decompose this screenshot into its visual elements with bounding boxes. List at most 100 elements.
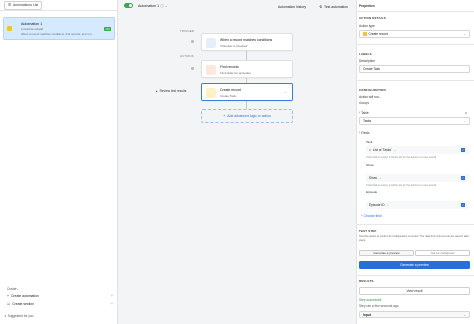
properties-title: Properties: [359, 3, 375, 8]
list-icon: ☰: [8, 3, 12, 7]
test-automation-label: Test automation: [324, 4, 348, 9]
sidebar-header: ☰ Automations List: [0, 0, 118, 11]
more-icon[interactable]: ⋯: [284, 90, 287, 94]
search-icon: [206, 65, 216, 75]
generate-preview-button[interactable]: Generate a preview: [359, 261, 470, 269]
create-label: Create...: [7, 287, 20, 291]
field-show-value[interactable]: Show ⌄ ✓: [366, 174, 470, 182]
info-icon: ⓘ: [160, 3, 164, 8]
results-heading: RESULTS: [359, 279, 374, 283]
fields-label-text: Fields: [361, 131, 370, 135]
automation-history-button[interactable]: Automation history: [275, 3, 309, 10]
not-configured-tab-label: Not be configured: [430, 251, 455, 255]
not-configured-tab[interactable]: Not be configured: [415, 250, 470, 256]
divider: [356, 224, 474, 225]
generate-preview-tab-label: Generate a preview: [373, 251, 400, 255]
filter-table-icon: [206, 38, 216, 48]
checkbox-icon[interactable]: ✓: [461, 148, 465, 152]
test-step-description: Test this action to confirm its configur…: [359, 235, 469, 242]
trigger-subtitle: If Review is checked: [220, 43, 248, 48]
fields-label: * Fields: [359, 131, 370, 135]
find-records-node[interactable]: Find records Find tasks for episodes: [201, 60, 293, 78]
lightning-icon: [7, 26, 12, 31]
checkbox-icon[interactable]: ✓: [461, 203, 465, 207]
automation-name[interactable]: Automation 1 ⓘ ⌄: [138, 4, 168, 9]
status-badge: ON: [104, 27, 111, 31]
field-task-hint: If the field is empty, it will be set by…: [366, 156, 437, 159]
generate-preview-tab[interactable]: Generate a preview: [359, 250, 414, 256]
add-action-label: Add advanced logic or action: [227, 114, 271, 118]
checkbox-icon[interactable]: ✓: [461, 176, 465, 180]
divider: [356, 11, 474, 12]
description-input[interactable]: Create Task: [359, 65, 470, 73]
chevron-down-icon: ⌄: [386, 203, 390, 207]
review-test-results-link[interactable]: ▸ Review test results: [156, 89, 186, 93]
field-episode-text: Episode ID: [369, 203, 385, 207]
trigger-title: When a record matches conditions: [220, 38, 273, 42]
field-show-text: Show: [369, 176, 377, 180]
field-task-value[interactable]: ≡ List of 'Tasks' ⌄ ✓: [366, 146, 470, 154]
create-automation-label: Create automation: [10, 294, 39, 298]
suggested-link[interactable]: ✦ Suggested for you: [4, 314, 33, 318]
trigger-section-label: TRIGGER: [180, 29, 195, 33]
action1-subtitle: Find tasks for episodes: [220, 70, 251, 75]
test-step-heading: TEST STEP: [359, 229, 377, 233]
generate-preview-label: Generate a preview: [400, 263, 429, 267]
plus-icon: [206, 88, 216, 98]
step-ran-text: Step ran a few seconds ago: [359, 304, 399, 308]
action1-title: Find records: [220, 65, 239, 69]
connector-dot: [191, 40, 194, 43]
plus-icon: +: [111, 302, 113, 306]
field-episode-label: Episode: [366, 190, 378, 194]
field-episode-value[interactable]: Episode ID ⌄ ✓: [366, 201, 470, 209]
folder-icon: ▭: [7, 302, 11, 306]
plus-icon: +: [361, 214, 363, 218]
table-link-icon[interactable]: ⧉: [465, 111, 467, 115]
labels-heading: LABELS: [359, 52, 372, 56]
divider: [356, 80, 474, 81]
automation-description: When a record matches conditions, find r…: [21, 32, 95, 36]
view-result-button[interactable]: View result: [359, 287, 470, 295]
automation-card[interactable]: Automation 1 A new-line rebuild When a r…: [3, 17, 115, 40]
chevron-down-icon: ⌄: [463, 32, 466, 36]
automation-history-label: Automation history: [278, 4, 307, 9]
choose-field-button[interactable]: + Choose field: [361, 214, 382, 218]
action-type-value: Create record: [368, 32, 389, 36]
chevron-down-icon: ⌄: [463, 119, 466, 123]
sparkle-icon: ✦: [4, 314, 7, 318]
input-section[interactable]: Input ⌄: [359, 311, 470, 318]
create-section-button[interactable]: ▭ Create section +: [7, 301, 113, 307]
input-label: Input: [363, 312, 371, 317]
action-run-value[interactable]: Always: [359, 101, 369, 105]
step-success-text: Step successful: [359, 298, 382, 302]
field-task-text: List of 'Tasks': [372, 148, 392, 152]
add-action-button[interactable]: + Add advanced logic or action: [201, 109, 293, 123]
connector-line: [246, 51, 247, 60]
plus-icon: +: [223, 114, 226, 118]
connector-dot: [191, 67, 194, 70]
view-result-label: View result: [406, 289, 423, 293]
action-type-select[interactable]: Create record ⌄: [359, 30, 470, 38]
test-automation-button[interactable]: ⚗ Test automation: [316, 3, 351, 10]
automations-list-button[interactable]: ☰ Automations List: [4, 0, 43, 10]
connector-line: [246, 101, 247, 109]
chevron-down-icon: ⌄: [463, 312, 466, 317]
create-automation-button[interactable]: + Create automation +: [7, 293, 113, 299]
field-show-hint: If the field is empty, it will be set by…: [366, 184, 437, 187]
automation-name-label: Automation 1: [138, 3, 160, 8]
configuration-heading: CONFIGURATION: [359, 88, 386, 92]
action-details-heading: ACTION DETAILS: [359, 16, 386, 20]
table-select[interactable]: Tasks ⌄: [359, 117, 470, 125]
create-record-node[interactable]: Create record Create Task ⋯: [201, 83, 293, 101]
list-icon: ≡: [369, 148, 371, 152]
trigger-node[interactable]: When a record matches conditions If Revi…: [201, 33, 293, 51]
action-type-label: Action type: [359, 24, 375, 28]
actions-section-label: ACTIONS: [180, 54, 194, 58]
plus-icon: +: [7, 294, 9, 298]
divider: [356, 275, 474, 276]
automation-subtitle: A new-line rebuild: [21, 27, 44, 31]
automation-toggle[interactable]: [124, 3, 133, 8]
action-run-label: Action will run...: [359, 95, 382, 99]
field-show-label: Show: [366, 163, 374, 167]
chevron-down-icon: ⌄: [164, 3, 168, 8]
